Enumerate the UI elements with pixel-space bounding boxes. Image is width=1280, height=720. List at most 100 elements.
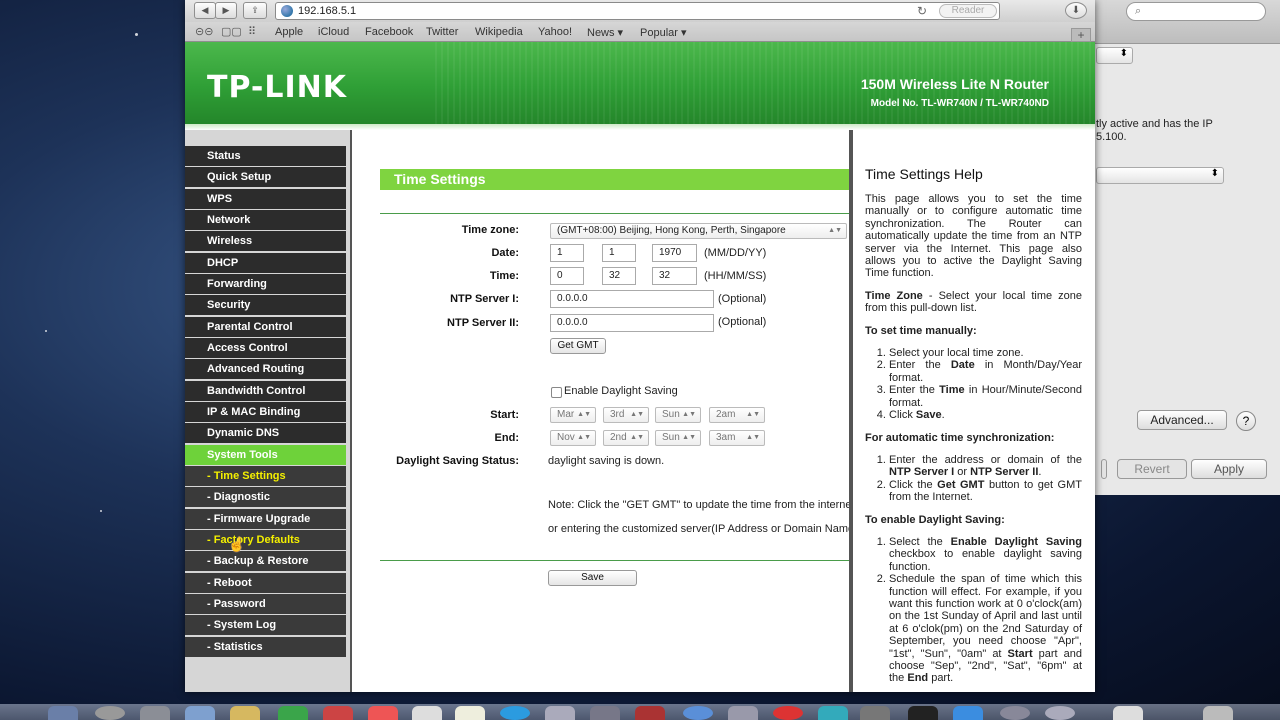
timezone-select[interactable]: (GMT+08:00) Beijing, Hong Kong, Perth, S…	[550, 223, 847, 239]
skype-icon[interactable]	[500, 706, 530, 720]
downloads-button[interactable]: ⬇	[1065, 2, 1087, 19]
menu-quick-setup[interactable]: Quick Setup	[185, 167, 346, 187]
notes-icon[interactable]	[412, 706, 442, 720]
start-day-select[interactable]: Sun ▲▼	[655, 407, 701, 423]
menu-reboot[interactable]: - Reboot	[185, 573, 346, 593]
system-icon[interactable]	[728, 706, 758, 720]
menu-firmware-upgrade[interactable]: - Firmware Upgrade	[185, 509, 346, 529]
terminal-icon[interactable]	[908, 706, 938, 720]
mission-control-icon[interactable]	[140, 706, 170, 720]
menu-parental-control[interactable]: Parental Control	[185, 317, 346, 337]
menu-system-tools[interactable]: System Tools	[185, 445, 346, 465]
menu-factory-defaults[interactable]: - Factory Defaults	[185, 530, 346, 550]
bookmark-popular[interactable]: Popular ▾	[640, 26, 687, 39]
menu-diagnostic[interactable]: - Diagnostic	[185, 487, 346, 507]
start-hour-select[interactable]: 2am ▲▼	[709, 407, 765, 423]
menu-access-control[interactable]: Access Control	[185, 338, 346, 358]
menu-system-log[interactable]: - System Log	[185, 615, 346, 635]
network-utility-icon[interactable]	[1045, 706, 1075, 720]
share-button[interactable]: ⇪	[243, 2, 267, 19]
app-icon[interactable]	[818, 706, 848, 720]
menu-statistics[interactable]: - Statistics	[185, 637, 346, 657]
end-day-select[interactable]: Sun ▲▼	[655, 430, 701, 446]
reader-button[interactable]: Reader	[939, 4, 997, 18]
bookmark-news[interactable]: News ▾	[587, 26, 623, 39]
menu-wireless[interactable]: Wireless	[185, 231, 346, 251]
tools-icon[interactable]	[860, 706, 890, 720]
ntp2-input[interactable]: 0.0.0.0	[550, 314, 714, 332]
reading-list-icon[interactable]: ⊝⊝	[195, 25, 213, 38]
bookmark-facebook[interactable]: Facebook	[365, 26, 413, 38]
contacts-icon[interactable]	[230, 706, 260, 720]
text-edit-icon[interactable]	[455, 706, 485, 720]
start-week-select[interactable]: 3rd ▲▼	[603, 407, 649, 423]
select-arrow-icon: ▲▼	[577, 411, 591, 418]
menu-time-settings[interactable]: - Time Settings	[185, 466, 346, 486]
preview-icon[interactable]	[545, 706, 575, 720]
date-month-input[interactable]: 1	[550, 244, 584, 262]
end-week-select[interactable]: 2nd ▲▼	[603, 430, 649, 446]
top-sites-grid-icon[interactable]: ⠿	[248, 25, 256, 38]
location-select[interactable]: ⬍	[1096, 47, 1133, 64]
get-gmt-button[interactable]: Get GMT	[550, 338, 606, 354]
reload-icon[interactable]: ↻	[917, 3, 927, 19]
bookmark-apple[interactable]: Apple	[275, 26, 303, 38]
time-settings-form: Time Settings Time zone: (GMT+08:00) Bei…	[352, 130, 849, 692]
save-button[interactable]: Save	[548, 570, 637, 586]
menu-network[interactable]: Network	[185, 210, 346, 230]
app-store-icon[interactable]	[278, 706, 308, 720]
date-day-input[interactable]: 1	[602, 244, 636, 262]
document-icon[interactable]	[1113, 706, 1143, 720]
address-bar[interactable]: 192.168.5.1 ↻ Reader	[275, 2, 1000, 20]
mail-icon[interactable]	[185, 706, 215, 720]
menu-wps[interactable]: WPS	[185, 189, 346, 209]
bookmark-yahoo[interactable]: Yahoo!	[538, 26, 572, 38]
forward-button[interactable]: ▶	[215, 2, 237, 19]
trash-icon[interactable]	[1203, 706, 1233, 720]
system-preferences-icon[interactable]	[1000, 706, 1030, 720]
preferences-search[interactable]: ⌕	[1126, 2, 1266, 21]
back-button[interactable]: ◀	[194, 2, 216, 19]
finder-folder-icon[interactable]	[953, 706, 983, 720]
start-month-select[interactable]: Mar ▲▼	[550, 407, 596, 423]
assist-button[interactable]	[1101, 459, 1107, 479]
help-button[interactable]: ?	[1236, 411, 1256, 431]
finder-icon[interactable]	[48, 706, 78, 720]
bookmark-icloud[interactable]: iCloud	[318, 26, 349, 38]
menu-backup-restore[interactable]: - Backup & Restore	[185, 551, 346, 571]
calendar-icon[interactable]	[323, 706, 353, 720]
time-second-input[interactable]: 32	[652, 267, 697, 285]
photo-booth-icon[interactable]	[368, 706, 398, 720]
menu-advanced-routing[interactable]: Advanced Routing	[185, 359, 346, 379]
time-minute-input[interactable]: 32	[602, 267, 636, 285]
menu-forwarding[interactable]: Forwarding	[185, 274, 346, 294]
configure-select[interactable]: ⬍	[1096, 167, 1224, 184]
safari-icon[interactable]	[683, 706, 713, 720]
ntp1-input[interactable]: 0.0.0.0	[550, 290, 714, 308]
new-tab-button[interactable]: +	[1071, 28, 1091, 42]
menu-ip-mac-binding[interactable]: IP & MAC Binding	[185, 402, 346, 422]
revert-button[interactable]: Revert	[1117, 459, 1187, 479]
bookmark-twitter[interactable]: Twitter	[426, 26, 458, 38]
mouse-pointer-icon: ☝	[228, 536, 246, 552]
menu-password[interactable]: - Password	[185, 594, 346, 614]
end-month-select[interactable]: Nov ▲▼	[550, 430, 596, 446]
menu-bandwidth-control[interactable]: Bandwidth Control	[185, 381, 346, 401]
time-hour-input[interactable]: 0	[550, 267, 584, 285]
daylight-saving-checkbox[interactable]	[551, 387, 562, 398]
photo-icon[interactable]	[635, 706, 665, 720]
menu-dhcp[interactable]: DHCP	[185, 253, 346, 273]
utility-icon[interactable]	[590, 706, 620, 720]
menu-dynamic-dns[interactable]: Dynamic DNS	[185, 423, 346, 443]
itunes-icon[interactable]	[773, 706, 803, 720]
end-hour-select[interactable]: 3am ▲▼	[709, 430, 765, 446]
bookmarks-book-icon[interactable]: ▢▢	[221, 25, 242, 38]
launchpad-icon[interactable]	[95, 706, 125, 720]
date-year-input[interactable]: 1970	[652, 244, 697, 262]
menu-status[interactable]: Status	[185, 146, 346, 166]
bookmark-wikipedia[interactable]: Wikipedia	[475, 26, 523, 38]
apply-button[interactable]: Apply	[1191, 459, 1267, 479]
advanced-button[interactable]: Advanced...	[1137, 410, 1227, 430]
menu-security[interactable]: Security	[185, 295, 346, 315]
select-arrow-icon: ▲▼	[746, 411, 760, 418]
